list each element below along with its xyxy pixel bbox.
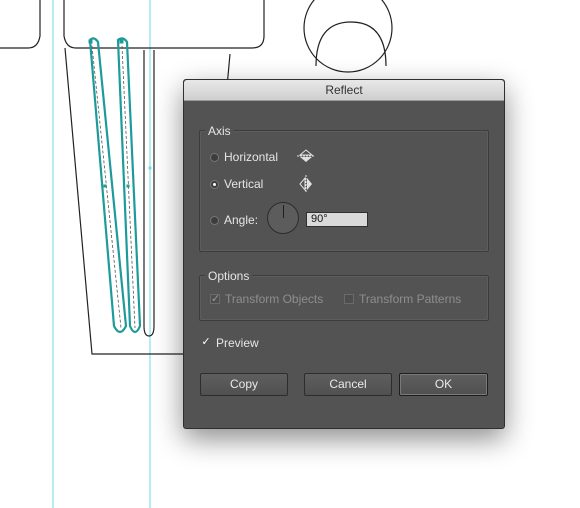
transform-patterns-label[interactable]: Transform Patterns	[359, 292, 461, 306]
reflect-dialog: Reflect Axis Horizontal Vertical Angle: …	[183, 79, 505, 429]
preview-checkbox[interactable]: ✓	[201, 337, 211, 348]
vertical-radio[interactable]	[210, 179, 219, 189]
angle-radio-row[interactable]: Angle:	[210, 213, 258, 227]
axis-group	[199, 130, 489, 252]
transform-patterns-row[interactable]: Transform Patterns	[344, 292, 461, 306]
horizontal-label[interactable]: Horizontal	[224, 150, 278, 164]
transform-objects-checkbox[interactable]: ✓	[210, 294, 220, 305]
anchor-point[interactable]	[88, 39, 93, 44]
vertical-reflect-icon	[299, 175, 312, 193]
anchor-point[interactable]	[148, 166, 152, 170]
transform-patterns-checkbox[interactable]	[344, 294, 354, 304]
angle-dial[interactable]	[267, 202, 299, 234]
vertical-label[interactable]: Vertical	[224, 177, 263, 191]
horizontal-radio[interactable]	[210, 152, 219, 162]
anchor-point[interactable]	[103, 184, 107, 188]
anchor-point[interactable]	[119, 39, 124, 44]
horizontal-radio-row[interactable]: Horizontal	[210, 150, 278, 164]
transform-objects-row[interactable]: ✓ Transform Objects	[210, 292, 323, 306]
angle-label[interactable]: Angle:	[224, 213, 258, 227]
pocket-shape[interactable]	[143, 50, 155, 337]
options-legend: Options	[205, 269, 253, 283]
anchor-point[interactable]	[126, 184, 130, 188]
preview-label[interactable]: Preview	[216, 336, 259, 350]
dialog-title[interactable]: Reflect	[184, 80, 504, 101]
copy-button[interactable]: Copy	[200, 373, 288, 396]
collar-shape[interactable]	[0, 0, 265, 49]
angle-input[interactable]: 90°	[306, 212, 368, 227]
preview-row[interactable]: ✓ Preview	[201, 336, 259, 350]
ok-button[interactable]: OK	[399, 373, 488, 396]
transform-objects-label[interactable]: Transform Objects	[225, 292, 323, 306]
horizontal-reflect-icon	[297, 149, 315, 162]
axis-legend: Axis	[205, 124, 234, 138]
circle-shape-inner[interactable]	[315, 21, 387, 67]
cancel-button[interactable]: Cancel	[304, 373, 392, 396]
vertical-radio-row[interactable]: Vertical	[210, 177, 263, 191]
angle-radio[interactable]	[210, 215, 219, 225]
